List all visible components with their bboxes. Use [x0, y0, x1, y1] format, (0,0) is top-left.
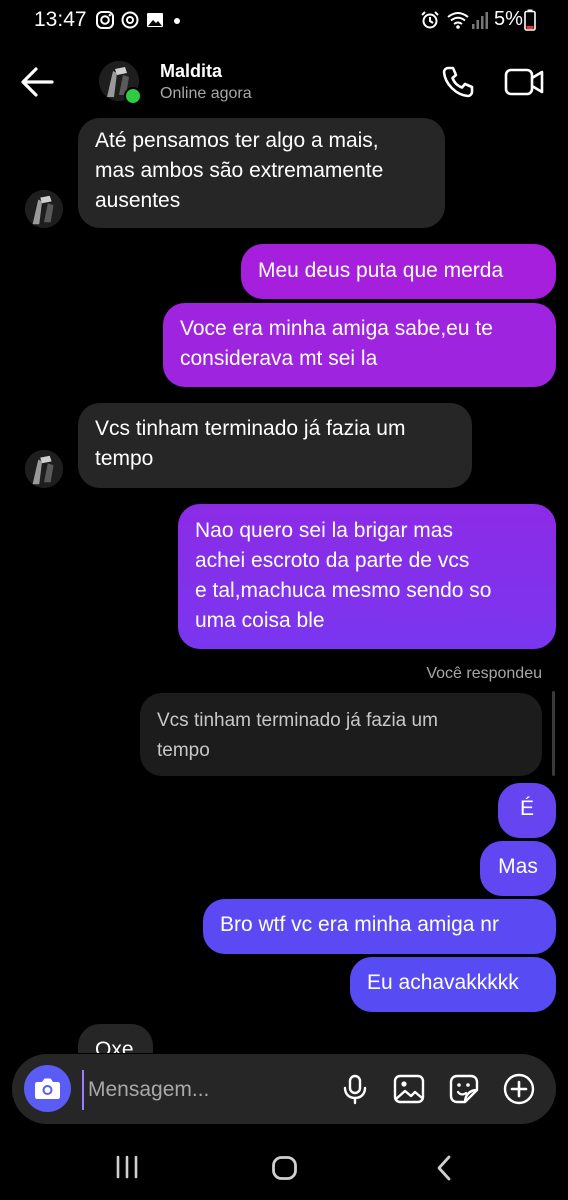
video-call-icon[interactable]: [502, 62, 546, 102]
phone-call-icon[interactable]: [438, 62, 478, 102]
message-bubble-incoming[interactable]: Vcs tinham terminado já fazia um tempo: [78, 403, 472, 488]
home-icon[interactable]: [270, 1154, 300, 1182]
avatar-image: [25, 190, 63, 228]
camera-icon: [35, 1078, 60, 1099]
nav-back-icon[interactable]: [432, 1154, 458, 1182]
message-bubble-outgoing[interactable]: Voce era minha amiga sabe,eu te consider…: [163, 303, 556, 387]
message-bubble-incoming[interactable]: Oxe: [78, 1024, 153, 1053]
back-arrow-icon[interactable]: [16, 62, 60, 102]
message-bubble-outgoing[interactable]: Eu achavakkkkk: [350, 957, 556, 1012]
reply-bar: [552, 691, 555, 776]
contact-name[interactable]: Maldita: [160, 61, 222, 82]
battery-percent: 5%: [494, 8, 523, 30]
instagram-icon: [96, 11, 114, 29]
wifi-icon: [447, 12, 469, 29]
camera-button[interactable]: [24, 1065, 71, 1112]
sender-avatar: [25, 190, 63, 228]
message-bubble-outgoing[interactable]: É: [498, 783, 556, 838]
contact-status: Online agora: [160, 85, 252, 102]
status-time: 13:47: [34, 8, 87, 31]
sender-avatar: [25, 450, 63, 488]
alarm-icon: [421, 11, 439, 29]
quoted-message[interactable]: Vcs tinham terminado já fazia um tempo: [140, 693, 542, 776]
message-bubble-outgoing[interactable]: Mas: [480, 841, 556, 896]
message-bubble-outgoing[interactable]: Nao quero sei la brigar mas achei escrot…: [178, 504, 556, 649]
message-bubble-outgoing[interactable]: Bro wtf vc era minha amiga nr: [203, 899, 556, 954]
threads-icon: [121, 11, 139, 29]
image-icon[interactable]: [392, 1072, 426, 1106]
status-bar: 13:47 5%: [0, 0, 568, 44]
reply-label: Você respondeu: [426, 665, 542, 682]
message-list[interactable]: Até pensamos ter algo a mais, mas ambos …: [0, 118, 568, 1053]
gallery-icon: [147, 13, 163, 27]
message-bubble-outgoing[interactable]: Meu deus puta que merda: [241, 244, 556, 299]
dot-icon: [174, 18, 180, 24]
message-bubble-incoming[interactable]: Até pensamos ter algo a mais, mas ambos …: [78, 118, 445, 228]
battery-icon: [524, 9, 536, 31]
online-indicator: [124, 87, 142, 105]
chat-header: [0, 44, 568, 122]
microphone-icon[interactable]: [338, 1072, 372, 1106]
message-input[interactable]: [82, 1070, 330, 1110]
sticker-icon[interactable]: [447, 1072, 481, 1106]
plus-icon[interactable]: [502, 1072, 536, 1106]
signal-icon: [472, 12, 488, 29]
system-nav-bar: [0, 1130, 568, 1200]
avatar-image: [25, 450, 63, 488]
recent-apps-icon[interactable]: [112, 1154, 142, 1180]
